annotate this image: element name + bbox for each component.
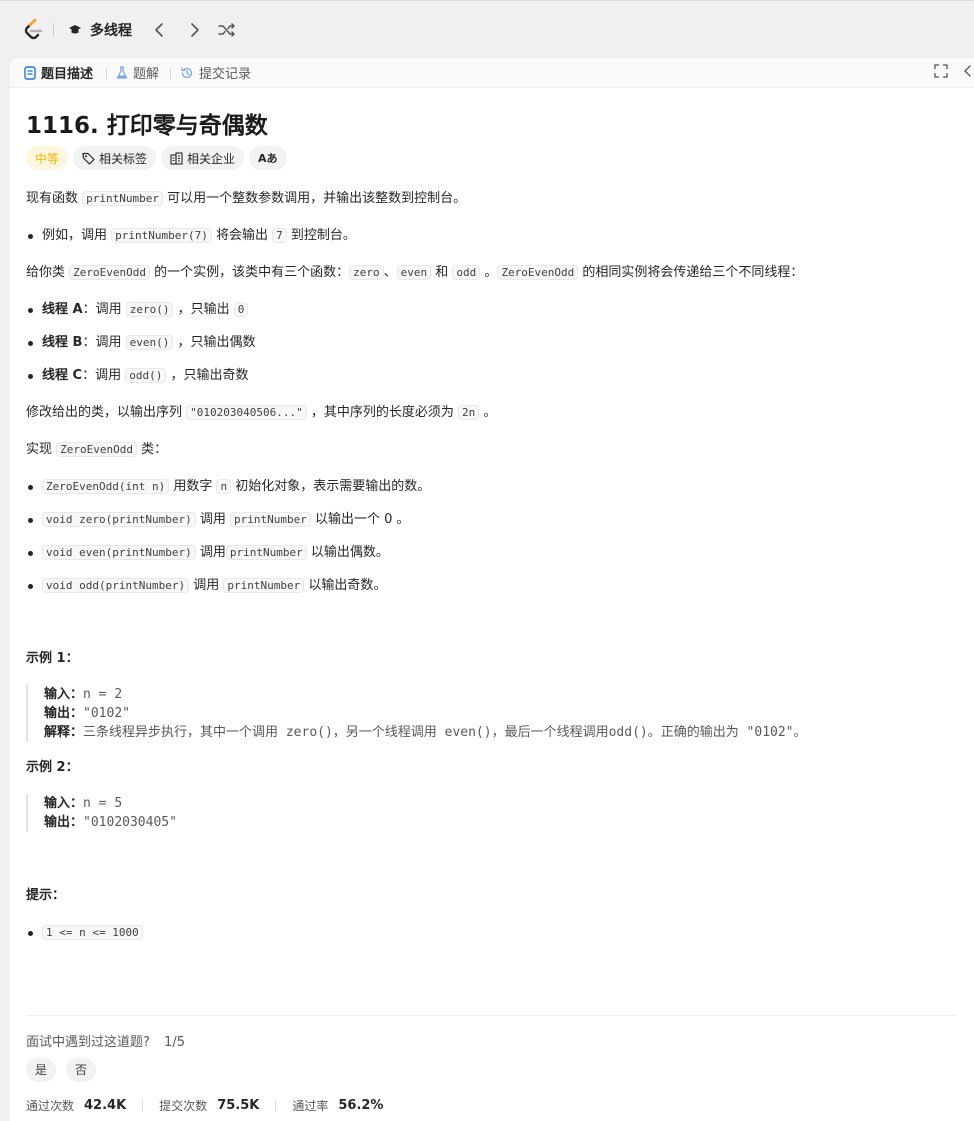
example-2-title: 示例 2：: [26, 760, 79, 775]
accepted-label: 通过次数: [26, 1099, 75, 1113]
example-list: 例如，调用 printNumber(7) 将会输出 7 到控制台。: [26, 226, 956, 246]
tag-icon: [82, 152, 95, 165]
problem-list-label: 多线程: [90, 23, 132, 39]
tab-solutions-label: 题解: [133, 67, 160, 82]
related-tags-label: 相关标签: [99, 151, 148, 166]
paragraph-intro: 现有函数 printNumber 可以用一个整数参数调用，并输出该整数到控制台。: [26, 191, 467, 206]
no-button[interactable]: 否: [66, 1058, 97, 1082]
tab-solutions[interactable]: 题解: [116, 63, 159, 82]
tag-row: 中等 相关标签 相关企业 Aあ: [26, 146, 956, 170]
acceptance-rate-value: 56.2%: [338, 1098, 384, 1113]
tab-submissions[interactable]: 提交记录: [180, 63, 251, 82]
interview-question: 面试中遇到过这道题? 1/5: [26, 1035, 185, 1050]
method-list: ZeroEvenOdd(int n) 用数字 n 初始化对象，表示需要输出的数。…: [26, 477, 956, 596]
tab-bar: 题目描述 题解 提交记录: [10, 58, 974, 88]
fullscreen-icon[interactable]: [934, 64, 948, 78]
interview-progress: 1/5: [164, 1035, 185, 1050]
list-item: 线程 A：调用 zero() ，只输出 0: [26, 300, 956, 320]
example-1-block: 输入：n = 2 输出："0102" 解释：三条线程异步执行，其中一个调用 ze…: [26, 685, 956, 742]
tab-divider: [170, 67, 171, 80]
problem-list-button[interactable]: 多线程: [68, 20, 132, 40]
translate-icon: Aあ: [258, 152, 278, 165]
flask-icon: [116, 65, 128, 79]
list-item: 例如，调用 printNumber(7) 将会输出 7 到控制台。: [26, 226, 956, 246]
list-item: void even(printNumber) 调用 printNumber 以输出…: [26, 543, 956, 563]
related-companies-label: 相关企业: [187, 151, 236, 166]
list-item: 1 <= n <= 1000: [26, 923, 956, 943]
example-2-block: 输入：n = 5 输出："0102030405": [26, 794, 956, 832]
tab-description-label: 题目描述: [41, 67, 94, 82]
submissions-value: 75.5K: [217, 1098, 260, 1113]
paragraph-sequence: 修改给出的类，以输出序列 "010203040506..." ，其中序列的长度必…: [26, 405, 497, 420]
divider: [26, 1015, 956, 1016]
graduation-cap-icon: [69, 25, 81, 34]
accepted-value: 42.4K: [84, 1098, 127, 1113]
problem-title: 1116. 打印零与奇偶数: [26, 113, 268, 139]
font-size-button[interactable]: Aあ: [249, 146, 287, 170]
tab-divider: [106, 67, 107, 80]
list-item: 线程 B：调用 even() ，只输出偶数: [26, 333, 956, 353]
example-1-title: 示例 1：: [26, 651, 79, 666]
thread-list: 线程 A：调用 zero() ，只输出 0 线程 B：调用 even() ，只输…: [26, 300, 956, 386]
paragraph-class-intro: 给你类 ZeroEvenOdd 的一个实例，该类中有三个函数： zero、 even…: [26, 265, 804, 280]
document-icon: [24, 65, 36, 80]
list-item: void odd(printNumber) 调用 printNumber 以输出…: [26, 576, 956, 596]
list-item: ZeroEvenOdd(int n) 用数字 n 初始化对象，表示需要输出的数。: [26, 477, 956, 497]
prev-problem-icon[interactable]: [150, 20, 170, 40]
related-companies-button[interactable]: 相关企业: [161, 146, 245, 170]
difficulty-badge: 中等: [26, 146, 69, 170]
list-item: void zero(printNumber) 调用 printNumber 以输…: [26, 510, 956, 530]
problem-content: 1116. 打印零与奇偶数 中等 相关标签 相关企业 Aあ 现有函数 print…: [26, 106, 956, 943]
collapse-icon[interactable]: [962, 64, 972, 78]
list-item: 线程 C：调用 odd() ，只输出奇数: [26, 366, 956, 386]
next-problem-icon[interactable]: [184, 20, 204, 40]
stats-row: 通过次数 42.4K 提交次数 75.5K 通过率 56.2%: [26, 1097, 383, 1114]
related-tags-button[interactable]: 相关标签: [73, 146, 157, 170]
top-bar: 多线程: [0, 0, 974, 58]
acceptance-rate-label: 通过率: [292, 1099, 329, 1113]
yes-button[interactable]: 是: [26, 1058, 57, 1082]
hints-title: 提示：: [26, 888, 66, 903]
divider: [53, 23, 54, 37]
leetcode-logo-icon[interactable]: [22, 18, 44, 42]
tab-description[interactable]: 题目描述: [24, 63, 93, 82]
history-icon: [181, 66, 193, 78]
building-icon: [170, 151, 183, 165]
hint-list: 1 <= n <= 1000: [26, 923, 956, 943]
submissions-label: 提交次数: [159, 1099, 208, 1113]
paragraph-implement: 实现 ZeroEvenOdd 类：: [26, 442, 168, 457]
tab-submissions-label: 提交记录: [199, 67, 252, 82]
description-panel: 题目描述 题解 提交记录 1116. 打印零与奇偶数 中等 相关标签 相关企业 …: [10, 58, 974, 1121]
shuffle-icon[interactable]: [217, 20, 237, 40]
